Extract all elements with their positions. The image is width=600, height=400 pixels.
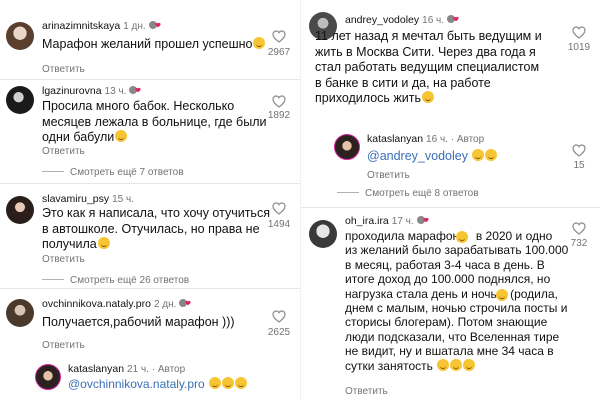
comment-time: 16 ч. <box>422 15 445 26</box>
comment-time: 1 дн. <box>123 21 146 32</box>
comment-username[interactable]: andrey_vodoley <box>345 14 419 26</box>
view-more-replies[interactable]: Смотреть ещё 26 ответов <box>42 275 189 286</box>
reply-button[interactable]: Ответить <box>42 64 85 75</box>
grinning-emoji <box>472 149 485 161</box>
avatar[interactable] <box>6 196 34 224</box>
comment-time: 15 ч. <box>112 194 134 205</box>
hugging-emoji <box>421 91 434 103</box>
comment-username[interactable]: arinazimnitskaya <box>42 20 120 32</box>
author-reply: kataslanyan 21 ч. · Автор @ovchinnikova.n… <box>0 356 300 400</box>
user-mention[interactable]: @andrey_vodoley <box>367 149 468 163</box>
comment: arinazimnitskaya 1 дн. Марафон желаний пр… <box>0 0 300 75</box>
reply-button[interactable]: Ответить <box>42 254 85 265</box>
heart-icon[interactable] <box>572 144 586 157</box>
grinning-emoji <box>485 149 498 161</box>
comment-text: @andrey_vodoley <box>367 149 498 165</box>
author-liked-badge <box>148 21 161 29</box>
comment-time: 13 ч. <box>104 86 127 97</box>
like-count: 1892 <box>267 110 291 121</box>
comment: lgazinurovna 13 ч. Просила много бабок. Н… <box>0 80 300 180</box>
avatar[interactable] <box>35 364 61 390</box>
like-count: 732 <box>570 238 588 249</box>
comment-username[interactable]: kataslanyan <box>68 363 124 375</box>
author-liked-badge <box>179 299 192 307</box>
comment-username[interactable]: oh_ira.ira <box>345 215 389 227</box>
author-liked-badge <box>447 15 459 23</box>
heart-icon[interactable] <box>272 30 286 43</box>
comment-time: 16 ч. · Автор <box>426 134 485 145</box>
reply-button[interactable]: Ответить <box>42 340 85 351</box>
laughing-emoji <box>450 358 463 371</box>
comment-text: Марафон желаний прошел успешно <box>42 37 266 53</box>
avatar[interactable] <box>6 86 34 114</box>
avatar[interactable] <box>309 220 337 248</box>
comment-text: Это как я написала, что хочу отучиться в… <box>42 206 270 251</box>
left-comments-column: arinazimnitskaya 1 дн. Марафон желаний пр… <box>0 0 300 400</box>
comment-username[interactable]: ovchinnikova.nataly.pro <box>42 298 151 310</box>
heart-icon[interactable] <box>272 310 286 323</box>
like-count: 1494 <box>267 219 291 230</box>
grinning-emoji <box>115 130 128 142</box>
grinning-emoji <box>97 237 110 249</box>
comment: slavamiru_psy 15 ч. Это как я написала, ч… <box>0 184 300 286</box>
comment-time: 21 ч. · Автор <box>127 364 186 375</box>
comment-text: Просила много бабок. Несколько месяцев л… <box>42 99 267 144</box>
avatar[interactable] <box>334 134 360 160</box>
comment: ovchinnikova.nataly.pro 2 дн. Получается,… <box>0 289 300 351</box>
wink-emoji <box>496 289 508 301</box>
view-more-replies[interactable]: Смотреть ещё 7 ответов <box>42 167 184 178</box>
reply-button[interactable]: Ответить <box>345 386 388 397</box>
like-count: 2625 <box>267 327 291 338</box>
heart-icon[interactable] <box>272 95 286 108</box>
comment: oh_ira.ira 17 ч. проходила марафон в 2020… <box>301 208 600 400</box>
reply-button[interactable]: Ответить <box>367 170 410 181</box>
heart-icon[interactable] <box>272 202 286 215</box>
grinning-emoji <box>222 377 235 389</box>
comment: andrey_vodoley 16 ч. 11 лет назад я мечта… <box>301 0 600 112</box>
like-count: 1019 <box>567 42 591 53</box>
comment-text: 11 лет назад я мечтал быть ведущим и жит… <box>315 29 542 105</box>
comment-time: 2 дн. <box>153 299 177 310</box>
heart-icon[interactable] <box>572 222 586 235</box>
grinning-emoji <box>235 377 248 389</box>
right-comments-column: andrey_vodoley 16 ч. 11 лет назад я мечта… <box>300 0 600 400</box>
comment-username[interactable]: kataslanyan <box>367 133 423 145</box>
reply-button[interactable]: Ответить <box>42 146 85 157</box>
grinning-emoji <box>209 377 222 389</box>
comment-username[interactable]: slavamiru_psy <box>42 193 109 205</box>
author-reply: kataslanyan 16 ч. · Автор @andrey_vodoley… <box>301 124 600 204</box>
heart-icon[interactable] <box>572 26 586 39</box>
laughing-emoji <box>437 358 450 371</box>
comment-text: проходила марафон в 2020 и одно из желан… <box>345 229 569 373</box>
fist-emoji <box>456 231 468 243</box>
like-count: 15 <box>573 160 585 171</box>
comment-username[interactable]: lgazinurovna <box>42 85 102 97</box>
user-mention[interactable]: @ovchinnikova.nataly.pro <box>68 377 205 391</box>
comment-text: @ovchinnikova.nataly.pro <box>68 377 248 393</box>
view-more-replies[interactable]: Смотреть ещё 8 ответов <box>337 188 479 199</box>
like-count: 2967 <box>267 47 291 58</box>
author-liked-badge <box>416 216 429 224</box>
avatar[interactable] <box>6 299 34 327</box>
avatar[interactable] <box>6 22 34 50</box>
comment-time: 17 ч. <box>391 216 414 227</box>
laughing-emoji <box>463 358 476 371</box>
comment-text: Получается,рабочий марафон ))) <box>42 315 235 329</box>
author-liked-badge <box>129 86 142 94</box>
